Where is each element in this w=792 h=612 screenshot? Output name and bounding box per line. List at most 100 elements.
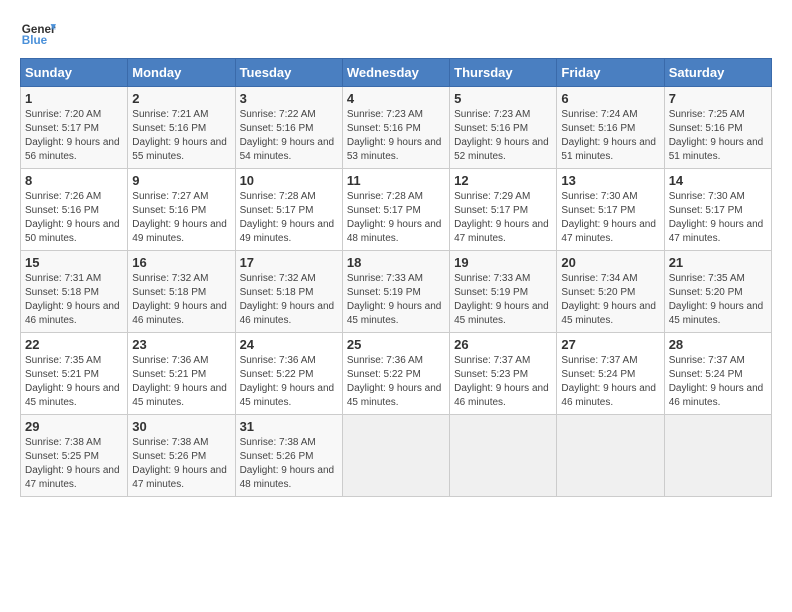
sunrise-label: Sunrise: 7:33 AM xyxy=(347,273,423,284)
sunrise-label: Sunrise: 7:38 AM xyxy=(25,437,101,448)
calendar-cell: 7 Sunrise: 7:25 AM Sunset: 5:16 PM Dayli… xyxy=(664,87,771,169)
sunrise-label: Sunrise: 7:30 AM xyxy=(669,191,745,202)
day-number: 27 xyxy=(561,337,659,352)
daylight-label: Daylight: 9 hours and 49 minutes. xyxy=(132,219,227,244)
day-info: Sunrise: 7:22 AM Sunset: 5:16 PM Dayligh… xyxy=(240,108,338,164)
calendar-cell: 11 Sunrise: 7:28 AM Sunset: 5:17 PM Dayl… xyxy=(342,169,449,251)
calendar-cell: 19 Sunrise: 7:33 AM Sunset: 5:19 PM Dayl… xyxy=(450,251,557,333)
day-of-week-header: Saturday xyxy=(664,59,771,87)
day-number: 11 xyxy=(347,173,445,188)
sunset-label: Sunset: 5:16 PM xyxy=(240,123,314,134)
daylight-label: Daylight: 9 hours and 56 minutes. xyxy=(25,137,120,162)
sunrise-label: Sunrise: 7:37 AM xyxy=(561,355,637,366)
sunset-label: Sunset: 5:22 PM xyxy=(240,369,314,380)
daylight-label: Daylight: 9 hours and 49 minutes. xyxy=(240,219,335,244)
sunrise-label: Sunrise: 7:20 AM xyxy=(25,109,101,120)
calendar-cell: 13 Sunrise: 7:30 AM Sunset: 5:17 PM Dayl… xyxy=(557,169,664,251)
day-number: 25 xyxy=(347,337,445,352)
sunset-label: Sunset: 5:18 PM xyxy=(132,287,206,298)
sunset-label: Sunset: 5:21 PM xyxy=(132,369,206,380)
daylight-label: Daylight: 9 hours and 46 minutes. xyxy=(132,301,227,326)
day-of-week-header: Friday xyxy=(557,59,664,87)
calendar-cell: 1 Sunrise: 7:20 AM Sunset: 5:17 PM Dayli… xyxy=(21,87,128,169)
sunrise-label: Sunrise: 7:36 AM xyxy=(132,355,208,366)
day-number: 1 xyxy=(25,91,123,106)
daylight-label: Daylight: 9 hours and 46 minutes. xyxy=(240,301,335,326)
day-info: Sunrise: 7:37 AM Sunset: 5:24 PM Dayligh… xyxy=(669,354,767,410)
calendar-table: SundayMondayTuesdayWednesdayThursdayFrid… xyxy=(20,58,772,497)
sunset-label: Sunset: 5:26 PM xyxy=(240,451,314,462)
calendar-cell: 18 Sunrise: 7:33 AM Sunset: 5:19 PM Dayl… xyxy=(342,251,449,333)
calendar-cell xyxy=(557,415,664,497)
sunset-label: Sunset: 5:21 PM xyxy=(25,369,99,380)
day-number: 9 xyxy=(132,173,230,188)
day-info: Sunrise: 7:23 AM Sunset: 5:16 PM Dayligh… xyxy=(454,108,552,164)
calendar-cell: 14 Sunrise: 7:30 AM Sunset: 5:17 PM Dayl… xyxy=(664,169,771,251)
calendar-week-row: 1 Sunrise: 7:20 AM Sunset: 5:17 PM Dayli… xyxy=(21,87,772,169)
daylight-label: Daylight: 9 hours and 47 minutes. xyxy=(669,219,764,244)
day-info: Sunrise: 7:31 AM Sunset: 5:18 PM Dayligh… xyxy=(25,272,123,328)
calendar-week-row: 15 Sunrise: 7:31 AM Sunset: 5:18 PM Dayl… xyxy=(21,251,772,333)
daylight-label: Daylight: 9 hours and 51 minutes. xyxy=(561,137,656,162)
sunrise-label: Sunrise: 7:37 AM xyxy=(669,355,745,366)
day-info: Sunrise: 7:30 AM Sunset: 5:17 PM Dayligh… xyxy=(669,190,767,246)
daylight-label: Daylight: 9 hours and 53 minutes. xyxy=(347,137,442,162)
day-number: 10 xyxy=(240,173,338,188)
day-number: 15 xyxy=(25,255,123,270)
day-number: 4 xyxy=(347,91,445,106)
sunset-label: Sunset: 5:26 PM xyxy=(132,451,206,462)
day-number: 6 xyxy=(561,91,659,106)
day-number: 14 xyxy=(669,173,767,188)
calendar-cell: 27 Sunrise: 7:37 AM Sunset: 5:24 PM Dayl… xyxy=(557,333,664,415)
day-number: 8 xyxy=(25,173,123,188)
sunset-label: Sunset: 5:16 PM xyxy=(454,123,528,134)
day-info: Sunrise: 7:24 AM Sunset: 5:16 PM Dayligh… xyxy=(561,108,659,164)
daylight-label: Daylight: 9 hours and 45 minutes. xyxy=(240,383,335,408)
sunrise-label: Sunrise: 7:23 AM xyxy=(454,109,530,120)
day-info: Sunrise: 7:32 AM Sunset: 5:18 PM Dayligh… xyxy=(240,272,338,328)
svg-text:Blue: Blue xyxy=(22,34,48,47)
calendar-cell: 8 Sunrise: 7:26 AM Sunset: 5:16 PM Dayli… xyxy=(21,169,128,251)
day-number: 21 xyxy=(669,255,767,270)
day-info: Sunrise: 7:20 AM Sunset: 5:17 PM Dayligh… xyxy=(25,108,123,164)
day-number: 13 xyxy=(561,173,659,188)
sunset-label: Sunset: 5:20 PM xyxy=(561,287,635,298)
day-number: 23 xyxy=(132,337,230,352)
sunset-label: Sunset: 5:25 PM xyxy=(25,451,99,462)
daylight-label: Daylight: 9 hours and 45 minutes. xyxy=(669,301,764,326)
calendar-cell: 22 Sunrise: 7:35 AM Sunset: 5:21 PM Dayl… xyxy=(21,333,128,415)
daylight-label: Daylight: 9 hours and 52 minutes. xyxy=(454,137,549,162)
calendar-cell: 16 Sunrise: 7:32 AM Sunset: 5:18 PM Dayl… xyxy=(128,251,235,333)
sunrise-label: Sunrise: 7:35 AM xyxy=(669,273,745,284)
day-number: 2 xyxy=(132,91,230,106)
calendar-cell: 23 Sunrise: 7:36 AM Sunset: 5:21 PM Dayl… xyxy=(128,333,235,415)
daylight-label: Daylight: 9 hours and 48 minutes. xyxy=(347,219,442,244)
sunset-label: Sunset: 5:24 PM xyxy=(561,369,635,380)
sunset-label: Sunset: 5:18 PM xyxy=(240,287,314,298)
sunrise-label: Sunrise: 7:36 AM xyxy=(347,355,423,366)
sunset-label: Sunset: 5:18 PM xyxy=(25,287,99,298)
day-info: Sunrise: 7:33 AM Sunset: 5:19 PM Dayligh… xyxy=(454,272,552,328)
daylight-label: Daylight: 9 hours and 51 minutes. xyxy=(669,137,764,162)
calendar-cell: 20 Sunrise: 7:34 AM Sunset: 5:20 PM Dayl… xyxy=(557,251,664,333)
day-info: Sunrise: 7:25 AM Sunset: 5:16 PM Dayligh… xyxy=(669,108,767,164)
day-number: 7 xyxy=(669,91,767,106)
day-number: 29 xyxy=(25,419,123,434)
day-info: Sunrise: 7:34 AM Sunset: 5:20 PM Dayligh… xyxy=(561,272,659,328)
daylight-label: Daylight: 9 hours and 47 minutes. xyxy=(561,219,656,244)
calendar-body: 1 Sunrise: 7:20 AM Sunset: 5:17 PM Dayli… xyxy=(21,87,772,497)
sunrise-label: Sunrise: 7:25 AM xyxy=(669,109,745,120)
day-info: Sunrise: 7:37 AM Sunset: 5:23 PM Dayligh… xyxy=(454,354,552,410)
sunset-label: Sunset: 5:16 PM xyxy=(132,205,206,216)
daylight-label: Daylight: 9 hours and 55 minutes. xyxy=(132,137,227,162)
day-number: 18 xyxy=(347,255,445,270)
sunrise-label: Sunrise: 7:38 AM xyxy=(132,437,208,448)
sunrise-label: Sunrise: 7:21 AM xyxy=(132,109,208,120)
calendar-cell: 29 Sunrise: 7:38 AM Sunset: 5:25 PM Dayl… xyxy=(21,415,128,497)
sunset-label: Sunset: 5:19 PM xyxy=(347,287,421,298)
sunrise-label: Sunrise: 7:34 AM xyxy=(561,273,637,284)
sunrise-label: Sunrise: 7:35 AM xyxy=(25,355,101,366)
calendar-cell: 26 Sunrise: 7:37 AM Sunset: 5:23 PM Dayl… xyxy=(450,333,557,415)
calendar-cell: 25 Sunrise: 7:36 AM Sunset: 5:22 PM Dayl… xyxy=(342,333,449,415)
sunrise-label: Sunrise: 7:33 AM xyxy=(454,273,530,284)
